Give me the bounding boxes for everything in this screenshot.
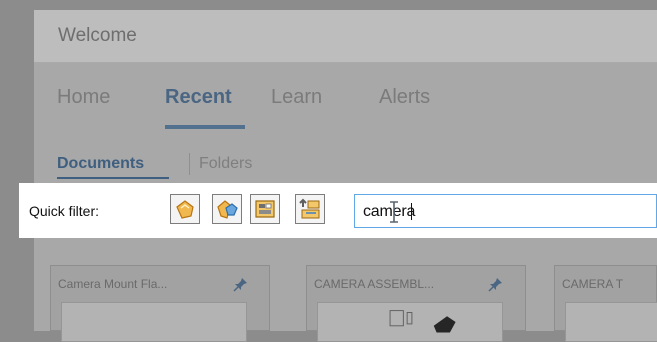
subtab-divider — [189, 153, 190, 175]
part-filter-icon — [176, 200, 194, 219]
document-name: CAMERA T — [562, 277, 624, 291]
document-thumbnail — [317, 302, 503, 342]
drawing-filter-icon — [255, 200, 275, 218]
subtab-documents[interactable]: Documents — [57, 155, 144, 173]
document-name: CAMERA ASSEMBL... — [314, 277, 435, 291]
pin-icon[interactable] — [488, 276, 504, 292]
active-tab-indicator — [165, 125, 245, 129]
pin-icon[interactable] — [233, 276, 249, 292]
subtab-folders[interactable]: Folders — [199, 155, 252, 173]
document-name: Camera Mount Fla... — [58, 277, 168, 291]
assembly-filter-icon — [217, 200, 238, 219]
camera-assembly-preview — [389, 310, 456, 333]
recent-document-card[interactable]: CAMERA ASSEMBL... — [306, 265, 526, 342]
text-cursor-icon — [390, 201, 398, 223]
assembly-filter-button[interactable] — [212, 194, 242, 224]
top-level-assembly-filter-icon — [299, 198, 320, 219]
document-thumbnail — [61, 302, 247, 342]
active-subtab-indicator — [57, 177, 169, 179]
search-input[interactable]: camera — [354, 194, 657, 228]
tab-recent[interactable]: Recent — [165, 86, 232, 109]
tab-home[interactable]: Home — [57, 86, 110, 109]
text-caret — [411, 203, 412, 220]
tab-alerts[interactable]: Alerts — [379, 86, 430, 109]
window-title: Welcome — [58, 25, 137, 46]
title-bar: Welcome — [34, 10, 657, 63]
tab-learn[interactable]: Learn — [271, 86, 322, 109]
document-thumbnail — [565, 302, 657, 342]
drawing-filter-button[interactable] — [250, 194, 280, 224]
recent-document-card[interactable]: Camera Mount Fla... — [50, 265, 270, 342]
part-filter-button[interactable] — [170, 194, 200, 224]
recent-document-card[interactable]: CAMERA T — [554, 265, 657, 342]
top-level-assembly-filter-button[interactable] — [295, 194, 325, 224]
quick-filter-label: Quick filter: — [29, 203, 100, 219]
